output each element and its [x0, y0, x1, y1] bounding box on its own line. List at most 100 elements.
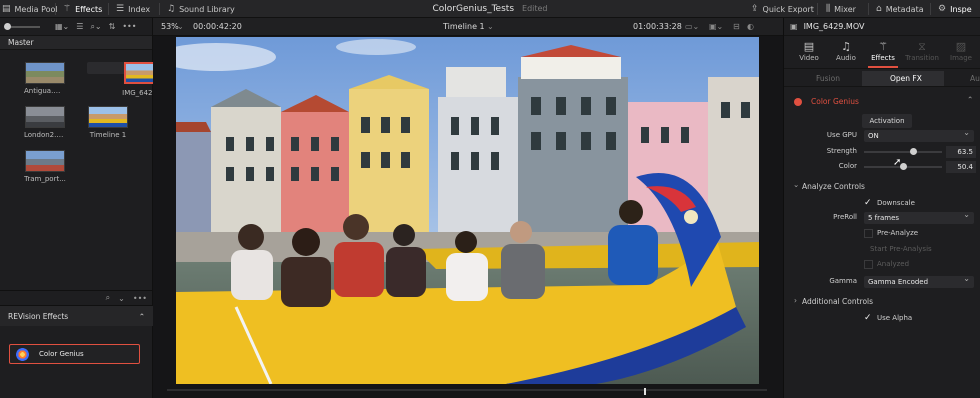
effects-button[interactable]: ⚚ Effects	[63, 0, 102, 18]
downscale-row: ✓ Downscale	[784, 197, 980, 211]
tab-label: Video	[799, 54, 819, 62]
activation-button[interactable]: Activation	[862, 114, 912, 128]
boat-canal-scene	[176, 37, 759, 384]
sound-library-label: Sound Library	[179, 4, 235, 14]
timeline-name[interactable]: Timeline 1	[443, 22, 485, 31]
start-pre-analysis-button[interactable]: Start Pre-Analysis	[870, 245, 932, 253]
inspector-button[interactable]: ⚙ Inspe	[938, 0, 972, 18]
strength-row: Strength 63.5	[784, 145, 980, 159]
clip-thumbnail[interactable]: London2.M...	[24, 106, 66, 139]
chevron-collapse-icon[interactable]: ⌃	[967, 95, 973, 104]
inspector-tabs: ▤ Video ♫ Audio ⚚ Effects ⧖ Transition ▨…	[784, 37, 980, 69]
color-value-field[interactable]: 50.4	[946, 161, 976, 173]
chevron-right-icon: ›	[794, 296, 797, 305]
chevron-down-icon[interactable]: ⌄	[487, 22, 494, 31]
analyze-controls-label: Analyze Controls	[802, 182, 865, 191]
pre-analyze-checkbox[interactable]: ✓	[864, 229, 873, 238]
subtab-audio[interactable]: Au	[970, 74, 980, 83]
chevron-up-icon[interactable]: ⌃	[139, 312, 145, 321]
use-alpha-row: ✓ Use Alpha	[784, 312, 980, 326]
clip-label: London2.M...	[24, 131, 66, 139]
additional-controls-header[interactable]: › Additional Controls	[784, 293, 980, 309]
mixer-icon: ⫼	[826, 4, 831, 14]
use-alpha-checkbox[interactable]: ✓	[864, 314, 873, 323]
subtab-fusion[interactable]: Fusion	[816, 74, 840, 83]
tab-image[interactable]: ▨ Image	[942, 40, 980, 62]
strength-slider-track[interactable]	[864, 151, 942, 153]
start-pre-analysis-row: Start Pre-Analysis	[784, 243, 980, 257]
tab-audio[interactable]: ♫ Audio	[827, 40, 865, 62]
subtab-open-fx[interactable]: Open FX	[890, 74, 922, 83]
sort-icon[interactable]: ⇅	[109, 22, 116, 31]
search-icon[interactable]: ⌕⌄	[90, 22, 101, 32]
quick-export-button[interactable]: ⇪ Quick Export	[751, 0, 814, 18]
clip-thumbnail[interactable]: Tram_port...	[24, 150, 66, 183]
analyzed-label: Analyzed	[877, 260, 910, 268]
inspector-icon: ⚙	[938, 4, 947, 14]
mixer-button[interactable]: ⫼ Mixer	[826, 0, 856, 18]
tab-label: Effects	[871, 54, 895, 62]
image-icon: ▨	[955, 40, 967, 53]
more-options-icon[interactable]: •••	[133, 294, 147, 303]
clip-label: Antigua.MOV	[24, 87, 66, 95]
use-gpu-select[interactable]: ON	[864, 127, 974, 142]
inspector-panel: ▣ IMG_6429.MOV ▤ Video ♫ Audio ⚚ Effects…	[783, 18, 980, 398]
effect-header[interactable]: Color Genius ⌃	[784, 94, 980, 110]
inspector-label: Inspe	[950, 4, 972, 14]
export-icon: ⇪	[751, 4, 759, 14]
playhead-scrubber[interactable]	[167, 389, 767, 391]
bin-master[interactable]: Master	[0, 36, 152, 50]
mixer-label: Mixer	[834, 4, 856, 14]
split-icon[interactable]: ⊟	[733, 22, 740, 31]
wand-icon: ⚚	[878, 40, 888, 53]
record-timecode: 01:00:33:28	[633, 22, 682, 31]
source-timecode: 00:00:42:20	[193, 22, 242, 31]
tab-video[interactable]: ▤ Video	[790, 40, 828, 62]
clip-preview-image	[25, 62, 65, 84]
list-view-icon[interactable]: ☰	[76, 22, 83, 31]
color-picker-icon[interactable]: ◐	[747, 22, 754, 31]
sound-library-button[interactable]: ♫ Sound Library	[167, 0, 235, 18]
index-button[interactable]: ☰ Index	[116, 0, 150, 18]
gamma-select[interactable]: Gamma Encoded	[864, 273, 974, 288]
film-icon: ▤	[803, 40, 815, 53]
more-options-icon[interactable]: •••	[122, 22, 136, 31]
effect-item-color-genius[interactable]: Color Genius	[9, 344, 140, 364]
viewer-layout-icon[interactable]: ▭⌄	[685, 22, 699, 31]
effects-library-toolbar: ⌕ ⌄ •••	[0, 290, 153, 306]
thumbnail-size-slider[interactable]	[4, 22, 40, 30]
quick-export-label: Quick Export	[762, 4, 814, 14]
view-toggle-icon[interactable]: ⌄	[118, 294, 125, 303]
safe-area-icon[interactable]: ▣⌄	[709, 22, 723, 31]
clip-label: Tram_port...	[24, 175, 66, 183]
music-icon: ♫	[841, 40, 851, 53]
tab-transition[interactable]: ⧖ Transition	[903, 40, 941, 62]
timeline-thumbnail[interactable]: Timeline 1	[87, 106, 129, 139]
pre-analyze-row: ✓ Pre-Analyze	[784, 227, 980, 241]
clip-thumbnail[interactable]: Antigua.MOV	[24, 62, 66, 95]
media-pool-button[interactable]: ▤ Media Pool	[2, 0, 58, 18]
preroll-select[interactable]: 5 frames	[864, 209, 974, 224]
strength-slider-knob[interactable]	[910, 148, 918, 155]
clip-preview-image	[25, 150, 65, 172]
color-label: Color	[838, 162, 857, 170]
gamma-row: Gamma Gamma Encoded	[784, 273, 980, 289]
grid-view-icon[interactable]: ▦⌄	[55, 22, 69, 31]
effect-item-label: Color Genius	[39, 350, 84, 358]
effect-enable-toggle[interactable]	[794, 98, 802, 106]
downscale-checkbox[interactable]: ✓	[864, 199, 873, 208]
media-pool-label: Media Pool	[14, 4, 58, 14]
preroll-row: PreRoll 5 frames	[784, 209, 980, 225]
tab-effects[interactable]: ⚚ Effects	[864, 40, 902, 68]
metadata-button[interactable]: ⌂ Metadata	[876, 0, 924, 18]
color-genius-icon	[16, 347, 29, 361]
playhead-marker[interactable]	[644, 388, 646, 395]
color-row: Color 50.4	[784, 160, 980, 174]
index-label: Index	[128, 4, 151, 14]
analyze-controls-header[interactable]: ⌄ Analyze Controls	[784, 178, 980, 194]
search-icon[interactable]: ⌕	[106, 293, 110, 303]
top-toolbar: ▤ Media Pool ⚚ Effects ☰ Index ♫ Sound L…	[0, 0, 980, 18]
strength-value-field[interactable]: 63.5	[946, 146, 976, 158]
tab-label: Image	[950, 54, 972, 62]
effects-category-header[interactable]: REVision Effects ⌃	[0, 306, 153, 326]
